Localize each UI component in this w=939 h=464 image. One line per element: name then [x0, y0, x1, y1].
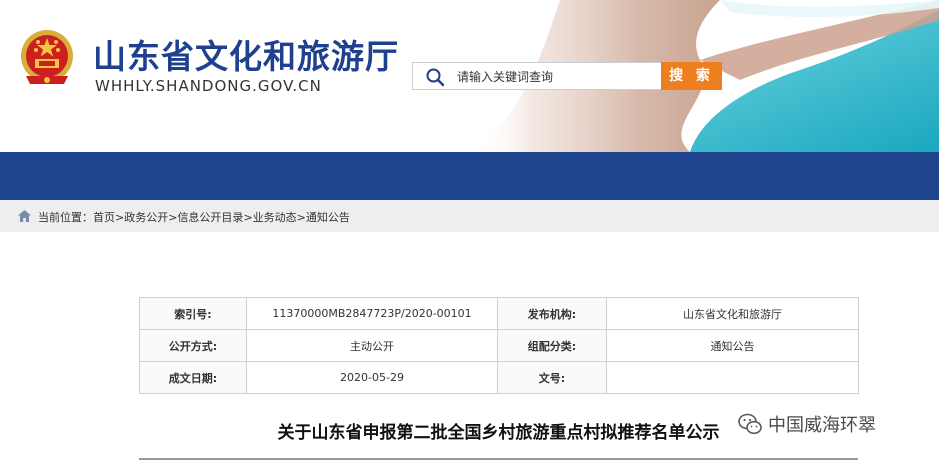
table-row: 索引号: 11370000MB2847723P/2020-00101 发布机构:… [139, 297, 859, 330]
publisher-label: 发布机构: [497, 297, 607, 330]
national-emblem-icon [21, 30, 73, 84]
site-url: WHHLY.SHANDONG.GOV.CN [95, 77, 322, 95]
wechat-watermark: 中国威海环翠 [738, 410, 876, 438]
site-name: 山东省文化和旅游厅 [93, 37, 399, 76]
disclosure-method-value: 主动公开 [246, 329, 498, 362]
breadcrumb-business-news-link[interactable]: 业务动态 [253, 211, 297, 224]
site-header: 山东省文化和旅游厅 WHHLY.SHANDONG.GOV.CN 搜 索 [0, 0, 939, 152]
disclosure-method-label: 公开方式: [139, 329, 247, 362]
breadcrumb-label: 当前位置： [38, 211, 93, 224]
publisher-value: 山东省文化和旅游厅 [606, 297, 859, 330]
search-input[interactable] [457, 67, 657, 87]
breadcrumb: 当前位置：首页>政务公开>信息公开目录>业务动态>通知公告 [38, 209, 350, 225]
watermark-text: 中国威海环翠 [768, 415, 876, 436]
breadcrumb-home-link[interactable]: 首页 [93, 211, 115, 224]
written-date-label: 成文日期: [139, 361, 247, 394]
home-icon [18, 210, 31, 222]
title-divider [139, 458, 858, 460]
breadcrumb-gov-affairs-link[interactable]: 政务公开 [124, 211, 168, 224]
index-number-label: 索引号: [139, 297, 247, 330]
breadcrumb-bar: 当前位置：首页>政务公开>信息公开目录>业务动态>通知公告 [0, 200, 939, 232]
written-date-value: 2020-05-29 [246, 361, 498, 394]
breadcrumb-notices-link[interactable]: 通知公告 [306, 211, 350, 224]
breadcrumb-separator: > [115, 211, 125, 224]
search-button[interactable]: 搜 索 [661, 62, 722, 90]
breadcrumb-separator: > [296, 211, 306, 224]
document-number-value [606, 361, 859, 394]
breadcrumb-info-catalog-link[interactable]: 信息公开目录 [177, 211, 243, 224]
document-number-label: 文号: [497, 361, 607, 394]
document-metadata-table: 索引号: 11370000MB2847723P/2020-00101 发布机构:… [139, 297, 859, 394]
table-row: 成文日期: 2020-05-29 文号: [139, 361, 859, 394]
category-value: 通知公告 [606, 329, 859, 362]
search-icon [426, 68, 445, 87]
table-row: 公开方式: 主动公开 组配分类: 通知公告 [139, 329, 859, 362]
search-box [412, 62, 662, 90]
breadcrumb-separator: > [243, 211, 253, 224]
category-label: 组配分类: [497, 329, 607, 362]
main-nav-bar [0, 152, 939, 200]
index-number-value: 11370000MB2847723P/2020-00101 [246, 297, 498, 330]
wechat-icon [738, 413, 762, 435]
